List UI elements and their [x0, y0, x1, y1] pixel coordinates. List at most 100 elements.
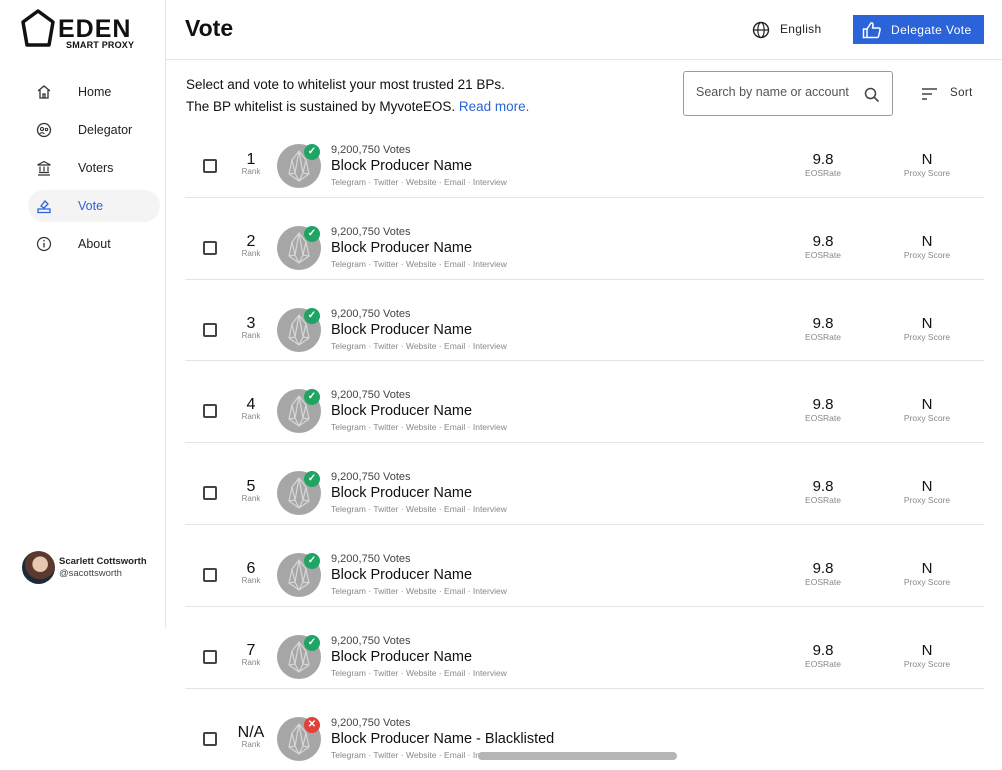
delegate-vote-button[interactable]: Delegate Vote [853, 15, 984, 44]
home-icon [37, 85, 51, 99]
sidebar-item-delegator[interactable]: Delegator [28, 114, 160, 146]
producer-row: 2 Rank ✓ 9,200,750 Votes Block Producer … [185, 198, 984, 280]
vote-count: 9,200,750 Votes [331, 307, 411, 320]
producer-row: 5 Rank ✓ 9,200,750 Votes Block Producer … [185, 443, 984, 525]
producer-links[interactable]: Telegram · Twitter · Website · Email · I… [331, 341, 507, 351]
proxy-score-label: Proxy Score [903, 658, 951, 669]
vote-count: 9,200,750 Votes [331, 144, 411, 156]
sidebar-item-vote[interactable]: Vote [28, 190, 160, 222]
producer-row: 3 Rank ✓ 9,200,750 Votes Block Producer … [185, 280, 984, 362]
vote-count: 9,200,750 Votes [331, 552, 411, 565]
eosrate-value: 9.8 [812, 559, 834, 577]
eosrate-value: 9.8 [812, 396, 834, 414]
proxy-score-value: N [921, 559, 933, 577]
intro-text: Select and vote to whitelist your most t… [186, 74, 529, 118]
eosrate-value: 9.8 [812, 151, 834, 168]
sidebar-item-label: Vote [78, 199, 104, 213]
eosrate-value: 9.8 [812, 478, 834, 496]
avatar [22, 551, 55, 584]
rank-label: Rank [241, 248, 261, 258]
sidebar-item-about[interactable]: About [28, 228, 160, 260]
vote-checkbox[interactable] [203, 404, 217, 419]
producer-name[interactable]: Block Producer Name [331, 649, 472, 665]
eosrate-label: EOSRate [805, 658, 841, 669]
intro-line-1: Select and vote to whitelist your most t… [186, 77, 505, 92]
rank-value: 3 [246, 314, 256, 332]
vote-checkbox[interactable] [203, 322, 217, 337]
user-handle: @sacottsworth [59, 568, 122, 579]
proxy-score-value: N [921, 232, 933, 250]
producer-links[interactable]: Telegram · Twitter · Website · Email · I… [331, 259, 507, 269]
sort-button[interactable]: Sort [921, 86, 981, 102]
producer-name[interactable]: Block Producer Name [331, 567, 472, 583]
search-input[interactable] [696, 85, 856, 99]
producer-name[interactable]: Block Producer Name [331, 240, 472, 256]
eosrate-label: EOSRate [805, 168, 841, 178]
producer-links[interactable]: Telegram · Twitter · Website · Email · I… [331, 504, 507, 514]
horizontal-scrollbar[interactable] [478, 752, 677, 760]
sidebar-item-label: Voters [78, 161, 114, 175]
thumbs-up-icon [862, 22, 881, 39]
vote-count: 9,200,750 Votes [331, 225, 411, 238]
verified-check-icon: ✓ [304, 144, 320, 160]
vote-checkbox[interactable] [203, 731, 217, 746]
sidebar-item-home[interactable]: Home [28, 76, 160, 108]
producer-name[interactable]: Block Producer Name [331, 158, 472, 174]
info-icon [36, 236, 52, 252]
vote-count: 9,200,750 Votes [331, 634, 411, 647]
vote-checkbox[interactable] [203, 649, 217, 664]
producer-links[interactable]: Telegram · Twitter · Website · Email · I… [331, 422, 507, 432]
read-more-link[interactable]: Read more. [459, 99, 530, 114]
producer-name[interactable]: Block Producer Name - Blacklisted [331, 731, 554, 747]
vote-checkbox[interactable] [203, 567, 217, 582]
producer-row: 4 Rank ✓ 9,200,750 Votes Block Producer … [185, 361, 984, 444]
globe-icon [752, 21, 770, 39]
rank-label: Rank [241, 739, 261, 749]
search-box[interactable] [683, 71, 893, 116]
vote-checkbox[interactable] [203, 486, 217, 501]
sidebar-item-voters[interactable]: Voters [28, 152, 160, 184]
eden-logo[interactable]: EDEN SMART PROXY [20, 8, 140, 52]
user-profile[interactable]: Scarlett Cottsworth @sacottsworth [22, 551, 162, 585]
sidebar-nav: Home Delegator Voters Vote About [28, 76, 160, 266]
rank-label: Rank [241, 167, 261, 176]
vote-checkbox[interactable] [203, 159, 217, 173]
proxy-score-label: Proxy Score [903, 249, 951, 260]
bank-icon [37, 160, 51, 176]
sidebar: EDEN SMART PROXY Home Delegator Voters V… [0, 0, 166, 628]
producer-links[interactable]: Telegram · Twitter · Website · Email · I… [331, 177, 507, 187]
page-title: Vote [185, 15, 234, 41]
producer-links[interactable]: Telegram · Twitter · Website · Email · I… [331, 668, 507, 678]
proxy-score-label: Proxy Score [903, 331, 951, 342]
sidebar-item-label: About [78, 237, 111, 251]
producer-row: 7 Rank ✓ 9,200,750 Votes Block Producer … [185, 607, 984, 689]
search-icon[interactable] [864, 87, 880, 103]
proxy-score-value: N [921, 641, 933, 659]
producer-name[interactable]: Block Producer Name [331, 485, 472, 501]
producer-links[interactable]: Telegram · Twitter · Website · Email · I… [331, 586, 507, 596]
vote-checkbox[interactable] [203, 240, 217, 255]
producer-list: 1 Rank ✓ 9,200,750 Votes Block Producer … [185, 116, 984, 770]
producer-name[interactable]: Block Producer Name [331, 322, 472, 338]
sort-icon [922, 88, 937, 100]
eosrate-label: EOSRate [805, 249, 841, 260]
rank-value: 5 [246, 478, 256, 496]
delegate-vote-label: Delegate Vote [891, 23, 972, 37]
user-name: Scarlett Cottsworth [59, 556, 147, 567]
pentagon-logo-icon [21, 9, 55, 47]
sidebar-item-label: Delegator [78, 123, 133, 137]
producer-name[interactable]: Block Producer Name [331, 403, 472, 419]
eosrate-value: 9.8 [812, 641, 834, 659]
rank-value: N/A [237, 723, 265, 741]
sidebar-item-label: Home [78, 85, 112, 99]
eosrate-label: EOSRate [805, 413, 841, 424]
rank-label: Rank [241, 575, 261, 585]
vote-count: 9,200,750 Votes [331, 471, 411, 484]
eosrate-value: 9.8 [812, 314, 834, 332]
proxy-score-value: N [921, 478, 933, 496]
intro-line-2-text: The BP whitelist is sustained by MyvoteE… [186, 99, 456, 114]
logo-subtitle: SMART PROXY [66, 40, 135, 50]
page-header: Vote English Delegate Vote [166, 0, 1002, 60]
rank-label: Rank [241, 412, 261, 422]
rank-value: 7 [246, 641, 256, 659]
